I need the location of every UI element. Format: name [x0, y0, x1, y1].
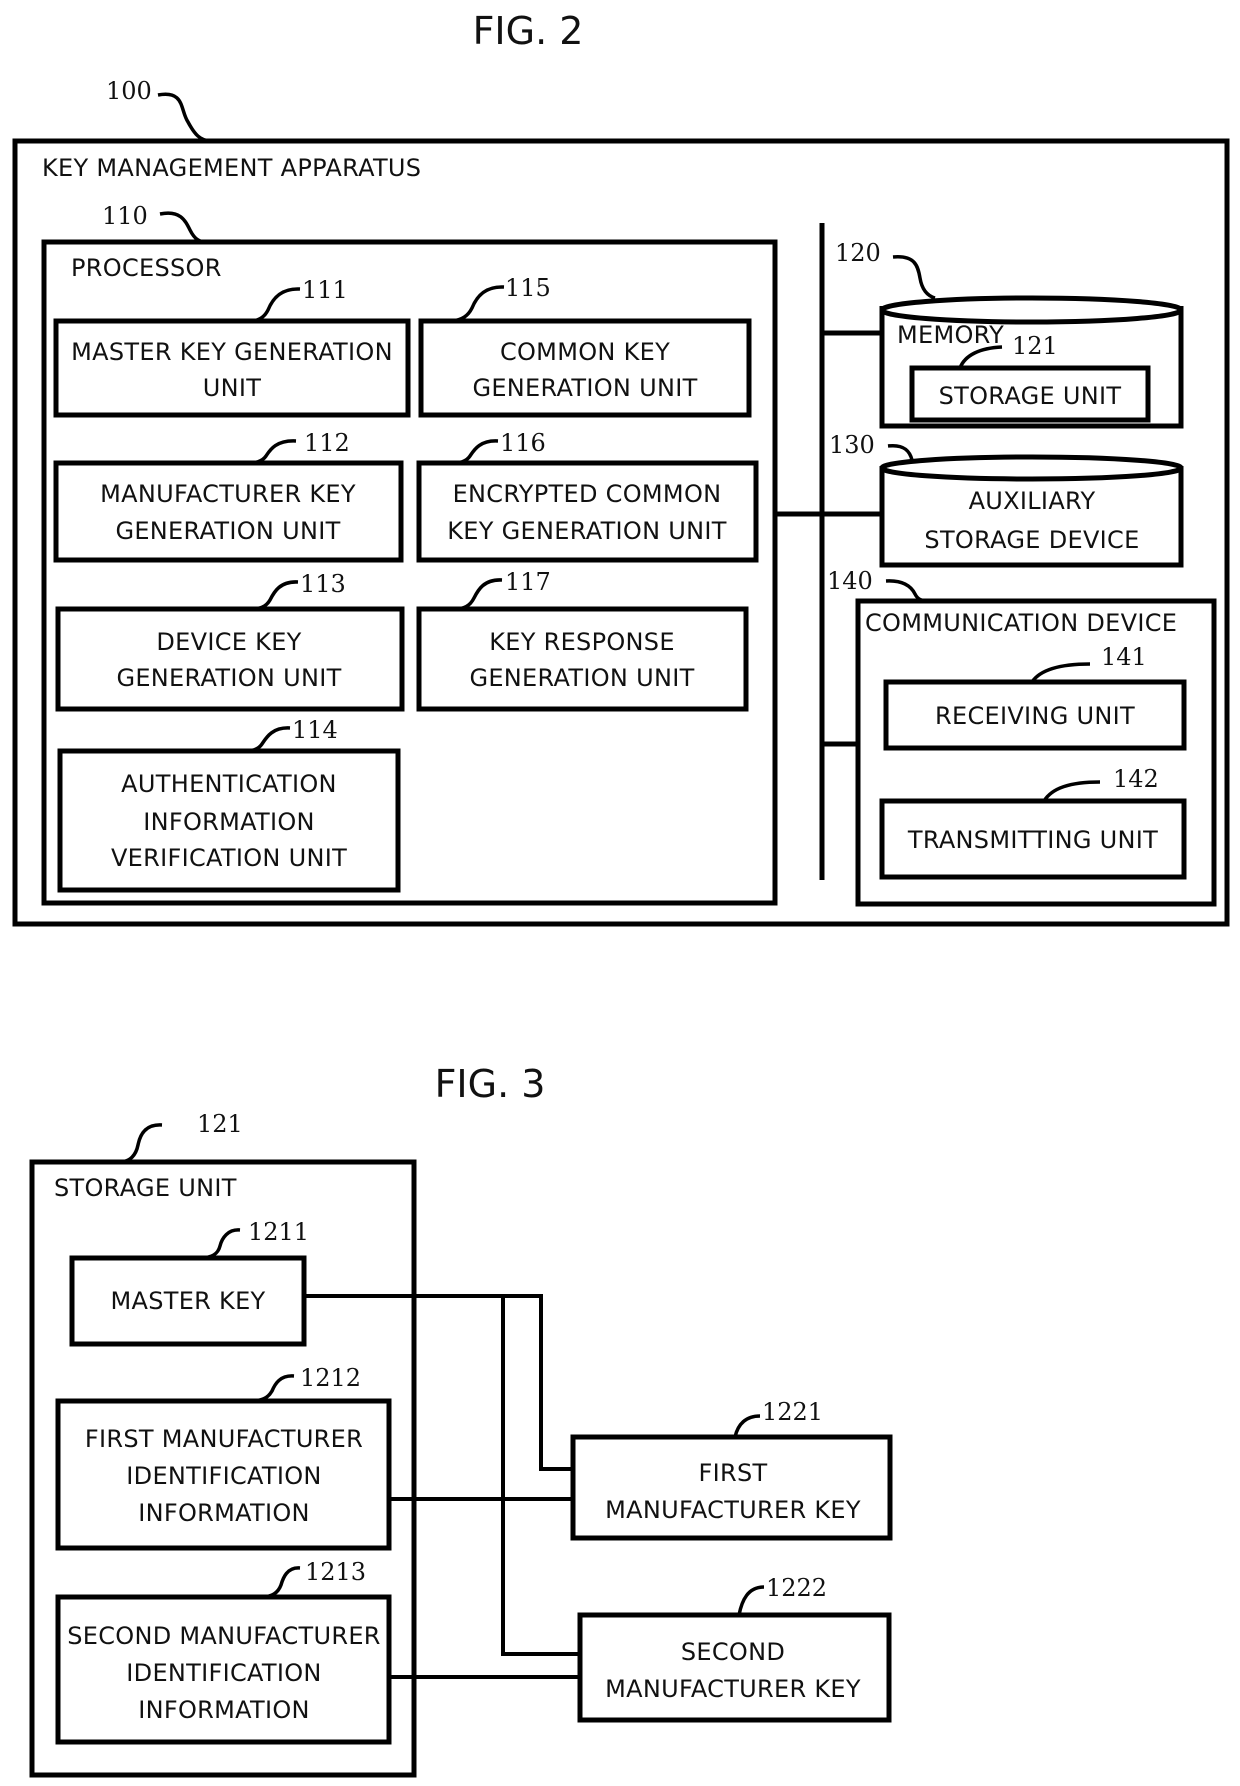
- ref-1211: 1211: [248, 1218, 309, 1246]
- leader-117: [453, 578, 503, 611]
- leader-141: [1030, 662, 1091, 684]
- ref-116: 116: [500, 429, 546, 457]
- fig3-storage-unit-label: STORAGE UNIT: [54, 1174, 237, 1202]
- auxiliary-storage-cylinder-top: [879, 454, 1184, 482]
- leader-116: [449, 439, 499, 465]
- ref-112: 112: [304, 429, 350, 457]
- leader-1222: [737, 1585, 765, 1616]
- unit-113-line2: GENERATION UNIT: [116, 664, 341, 692]
- leader-114: [241, 726, 291, 753]
- leader-100: [157, 92, 211, 143]
- memory-storage-unit-label: STORAGE UNIT: [939, 382, 1122, 410]
- unit-114-line3: VERIFICATION UNIT: [111, 844, 347, 872]
- unit-112-line2: GENERATION UNIT: [115, 517, 340, 545]
- unit-114-line2: INFORMATION: [143, 808, 315, 836]
- ref-140: 140: [827, 567, 873, 595]
- unit-115-line1: COMMON KEY: [500, 338, 670, 366]
- master-key-label: MASTER KEY: [110, 1287, 265, 1315]
- ref-110: 110: [102, 202, 148, 230]
- encrypted-common-key-generation-unit: [416, 460, 759, 563]
- second-manufacturer-key-line1: SECOND: [681, 1638, 785, 1666]
- first-manufacturer-id-line2: IDENTIFICATION: [126, 1462, 321, 1490]
- leader-1211: [199, 1228, 241, 1260]
- unit-116-line1: ENCRYPTED COMMON: [453, 480, 722, 508]
- leader-111: [249, 287, 301, 323]
- unit-117-line2: GENERATION UNIT: [469, 664, 694, 692]
- transmitting-unit-label: TRANSMITTING UNIT: [907, 826, 1158, 854]
- ref-115: 115: [505, 274, 551, 302]
- second-manufacturer-id-line1: SECOND MANUFACTURER: [67, 1622, 381, 1650]
- device-key-generation-unit: [55, 606, 405, 712]
- ref-113: 113: [300, 570, 346, 598]
- unit-117-line1: KEY RESPONSE: [489, 628, 675, 656]
- memory-label: MEMORY: [897, 321, 1004, 349]
- ref-130: 130: [829, 431, 875, 459]
- ref-141: 141: [1101, 643, 1147, 671]
- leader-112: [245, 439, 297, 465]
- manufacturer-key-generation-unit: [53, 460, 404, 563]
- first-manufacturer-id-line1: FIRST MANUFACTURER: [85, 1425, 363, 1453]
- leader-1221: [733, 1414, 761, 1438]
- leader-140: [885, 579, 931, 603]
- ref-100: 100: [106, 77, 152, 105]
- ref-142: 142: [1113, 765, 1159, 793]
- patent-figures: FIG. 2 100 KEY MANAGEMENT APPARATUS 110 …: [12, 9, 1230, 1778]
- fig3-ref-121: 121: [197, 1110, 243, 1138]
- connector-master-to-second-key: [304, 1294, 580, 1656]
- ref-1213: 1213: [305, 1558, 366, 1586]
- auxiliary-line2: STORAGE DEVICE: [924, 526, 1139, 554]
- first-manufacturer-id-line3: INFORMATION: [138, 1499, 310, 1527]
- fig3-title: FIG. 3: [435, 1062, 546, 1106]
- leader-142: [1042, 780, 1101, 803]
- first-manufacturer-key-line1: FIRST: [699, 1459, 768, 1487]
- leader-1213: [261, 1566, 301, 1599]
- second-manufacturer-key-box: [577, 1612, 892, 1723]
- ref-111: 111: [302, 276, 348, 304]
- second-manufacturer-id-line3: INFORMATION: [138, 1696, 310, 1724]
- ref-117: 117: [505, 568, 551, 596]
- key-response-generation-unit: [416, 606, 749, 712]
- auxiliary-line1: AUXILIARY: [969, 487, 1096, 515]
- unit-116-line2: KEY GENERATION UNIT: [447, 517, 727, 545]
- ref-121: 121: [1012, 332, 1058, 360]
- leader-121: [958, 345, 1003, 369]
- unit-111-line1: MASTER KEY GENERATION: [71, 338, 393, 366]
- fig3-leader-121: [119, 1123, 163, 1164]
- ref-1221: 1221: [762, 1398, 823, 1426]
- leader-130: [887, 443, 914, 461]
- leader-113: [249, 580, 299, 611]
- leader-1212: [249, 1374, 295, 1403]
- unit-115-line2: GENERATION UNIT: [472, 374, 697, 402]
- leader-120: [892, 255, 936, 300]
- apparatus-label: KEY MANAGEMENT APPARATUS: [42, 154, 421, 182]
- leader-110: [159, 211, 207, 244]
- fig2-title: FIG. 2: [473, 9, 584, 53]
- unit-113-line1: DEVICE KEY: [156, 628, 301, 656]
- first-manufacturer-key-line2: MANUFACTURER KEY: [605, 1496, 861, 1524]
- unit-111-line2: UNIT: [203, 374, 261, 402]
- communication-label: COMMUNICATION DEVICE: [865, 609, 1177, 637]
- processor-label: PROCESSOR: [71, 254, 222, 282]
- second-manufacturer-key-line2: MANUFACTURER KEY: [605, 1675, 861, 1703]
- receiving-unit-label: RECEIVING UNIT: [935, 702, 1135, 730]
- unit-112-line1: MANUFACTURER KEY: [100, 480, 356, 508]
- memory-cylinder-top: [879, 295, 1184, 325]
- ref-1222: 1222: [766, 1574, 827, 1602]
- leader-115: [451, 285, 505, 323]
- unit-114-line1: AUTHENTICATION: [121, 770, 337, 798]
- communication-device-box: [855, 598, 1217, 907]
- ref-1212: 1212: [300, 1364, 361, 1392]
- ref-120: 120: [835, 239, 881, 267]
- ref-114: 114: [292, 716, 338, 744]
- second-manufacturer-id-line2: IDENTIFICATION: [126, 1659, 321, 1687]
